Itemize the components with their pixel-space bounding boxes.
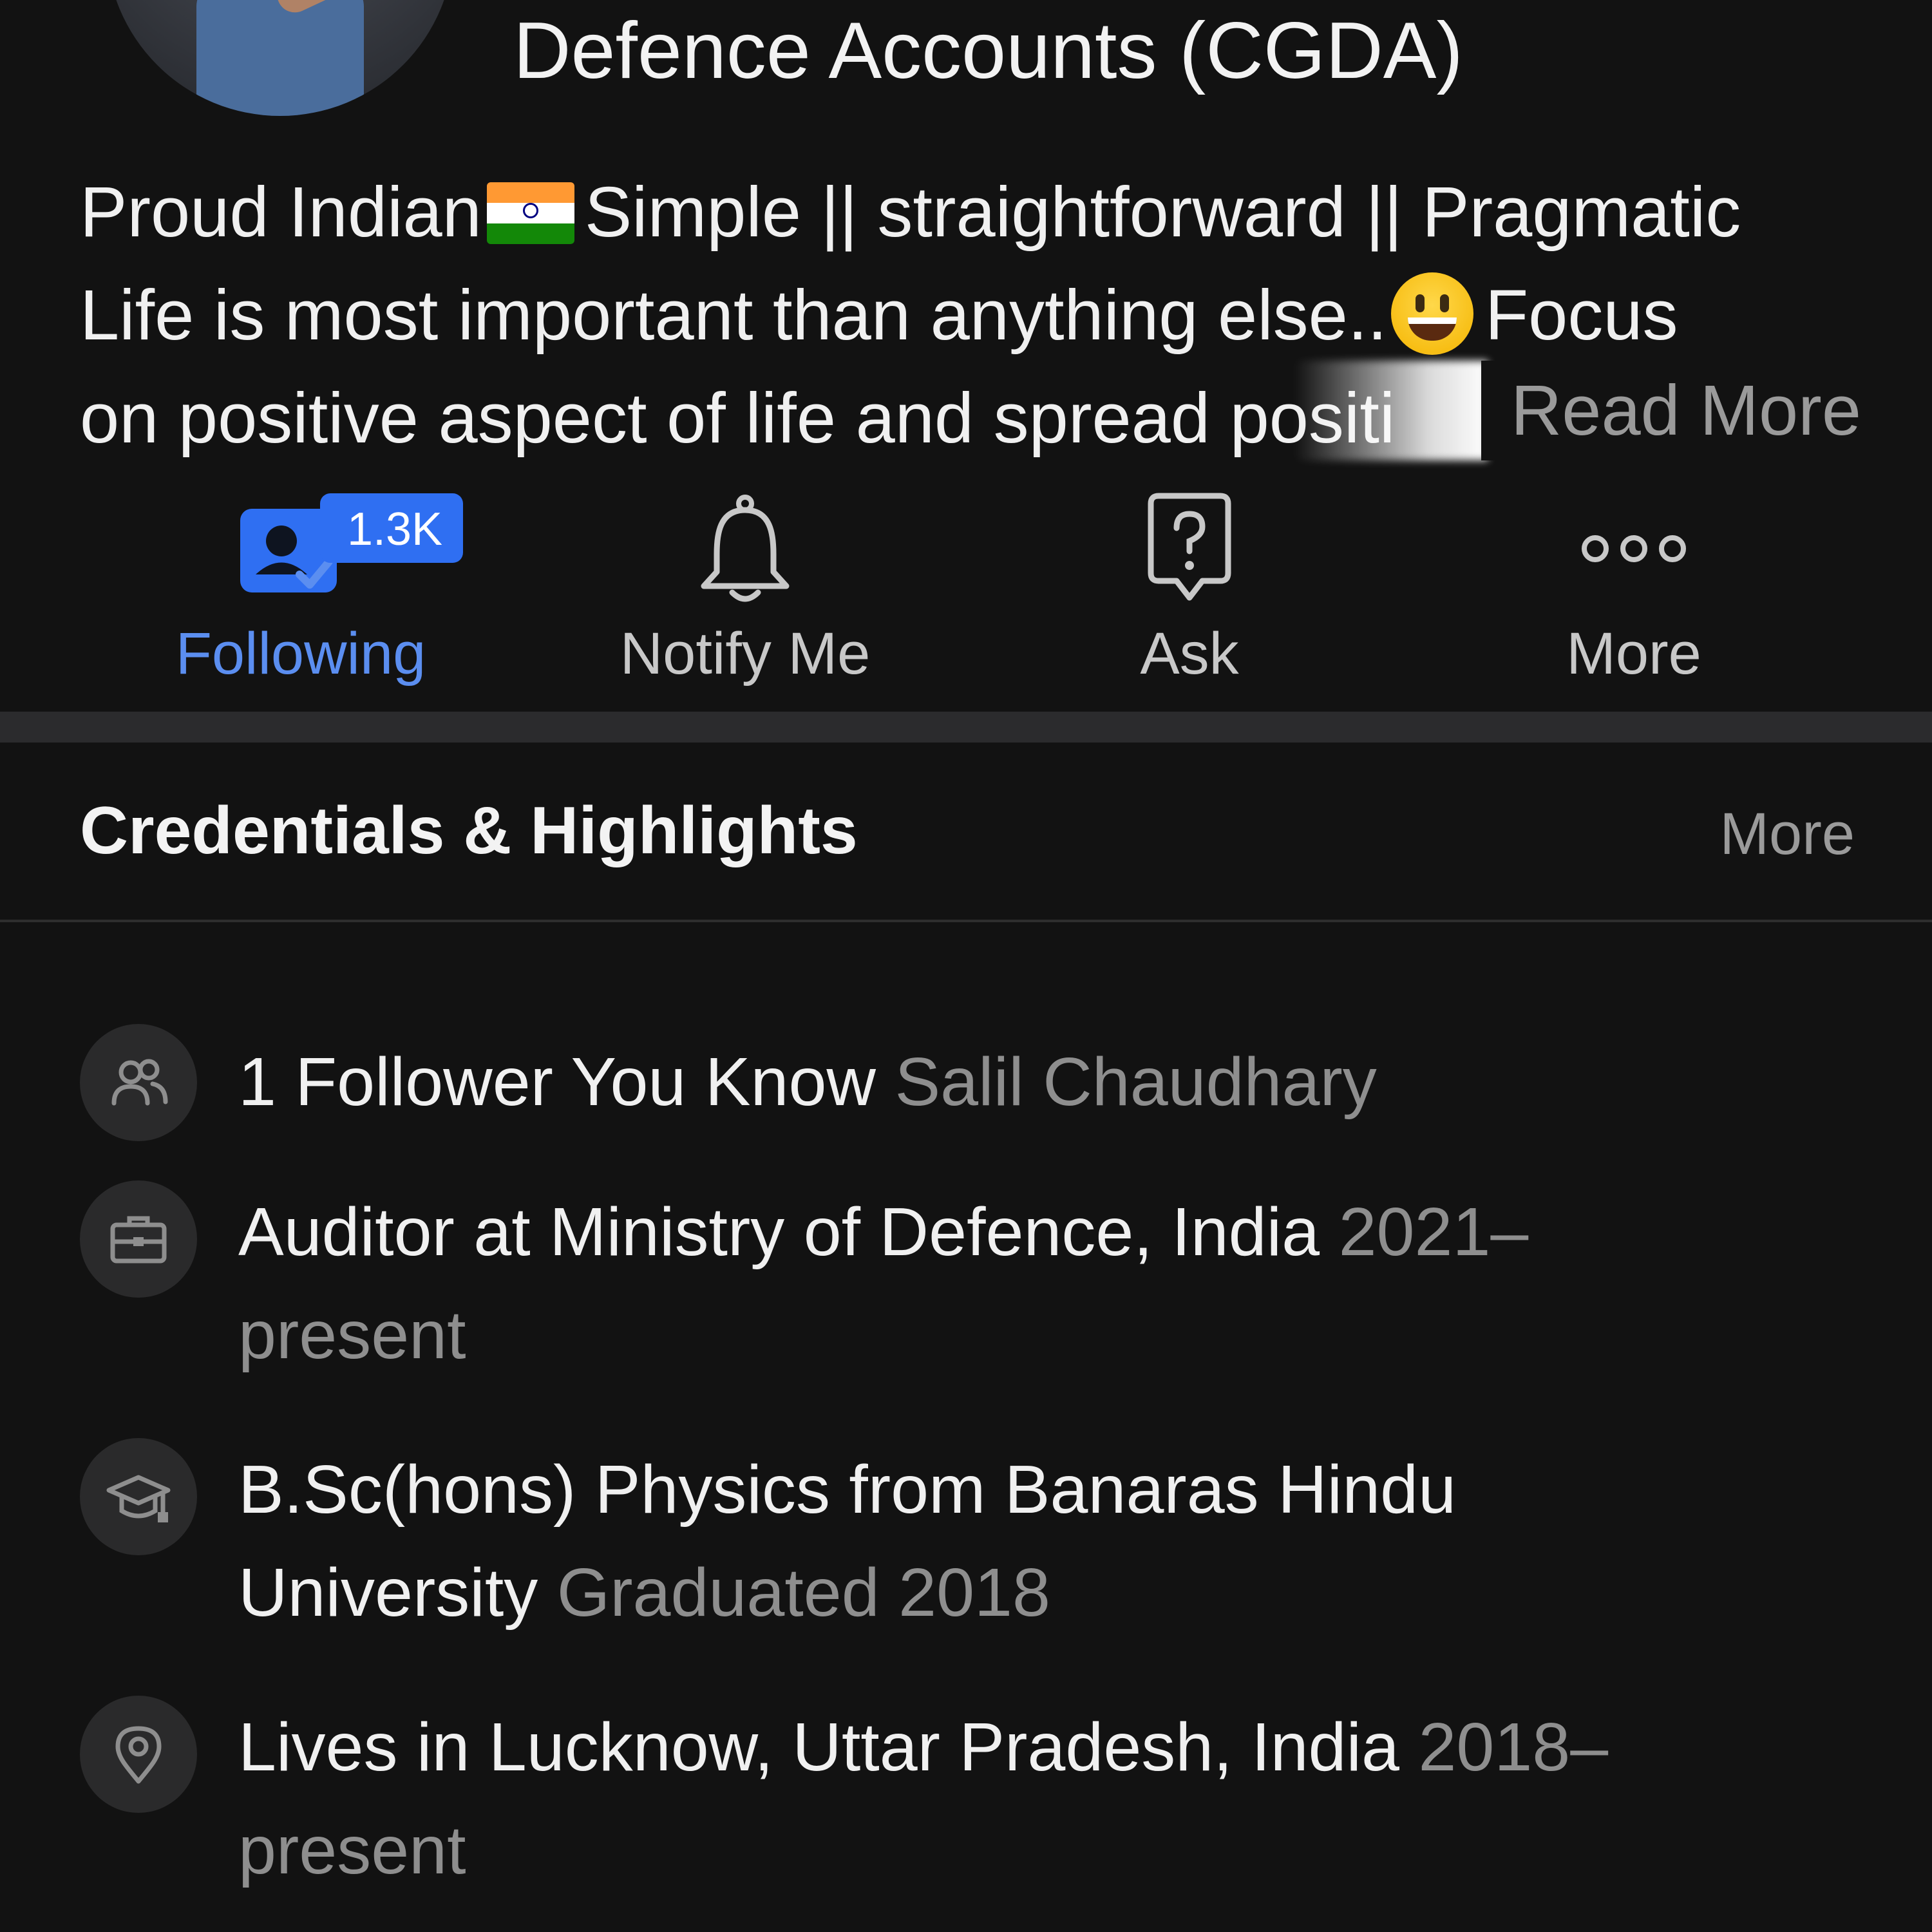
- profile-credential-title: Defence Accounts (CGDA): [513, 6, 1463, 95]
- following-icon-wrap: 1.3K: [120, 489, 481, 605]
- credential-text: B.Sc(hons) Physics from Banaras Hindu Un…: [238, 1438, 1784, 1644]
- bio-fade-overlay: [1294, 361, 1488, 460]
- more-dots-icon: [1582, 535, 1686, 562]
- notify-icon-wrap: [565, 489, 925, 605]
- briefcase-icon-bg: [80, 1180, 197, 1298]
- graduation-cap-icon-bg: [80, 1438, 197, 1555]
- credential-text: Auditor at Ministry of Defence, India 20…: [238, 1180, 1784, 1387]
- graduation-cap-icon: [106, 1475, 171, 1522]
- people-icon-bg: [80, 1024, 197, 1141]
- education-text-cont: University: [238, 1555, 538, 1631]
- followers-badge: 1.3K: [346, 504, 443, 555]
- profile-avatar[interactable]: [106, 0, 454, 116]
- employment-dates-end: present: [238, 1297, 466, 1373]
- credentials-heading: Credentials & Highlights: [80, 793, 858, 868]
- bio-text: Focus: [1484, 276, 1678, 355]
- ask-icon-wrap: [1009, 489, 1370, 605]
- notify-me-button[interactable]: Notify Me: [565, 489, 925, 708]
- india-flag-icon: [486, 182, 574, 244]
- bio-text: Life is most important than anything els…: [80, 276, 1387, 355]
- section-divider: [0, 712, 1932, 743]
- credential-text: Lives in Lucknow, Uttar Pradesh, India 2…: [238, 1696, 1784, 1902]
- location-dates-end: present: [238, 1812, 466, 1888]
- more-icon-wrap: [1454, 489, 1814, 605]
- bio-text: Proud Indian: [80, 173, 482, 252]
- credentials-more-link[interactable]: More: [1719, 792, 1855, 876]
- credentials-divider: [0, 920, 1932, 922]
- people-icon: [111, 1059, 168, 1106]
- notify-me-label: Notify Me: [620, 621, 871, 687]
- ask-button[interactable]: Ask: [1009, 489, 1370, 708]
- graduation-year: Graduated 2018: [556, 1555, 1050, 1631]
- following-button[interactable]: 1.3K Following: [120, 489, 481, 708]
- employment-text: Auditor at Ministry of Defence, India: [238, 1194, 1320, 1270]
- followers-known-text: 1 Follower You Know: [238, 1044, 876, 1120]
- grinning-face-icon: [1390, 272, 1473, 355]
- profile-actions: 1.3K Following Notify Me Ask More: [0, 489, 1932, 708]
- question-bubble-icon: [1148, 493, 1231, 601]
- location-pin-icon: [115, 1726, 162, 1784]
- bio-line-2: Life is most important than anything els…: [80, 264, 1857, 367]
- location-pin-icon-bg: [80, 1696, 197, 1813]
- read-more-link[interactable]: Read More: [1481, 361, 1861, 460]
- following-label: Following: [175, 621, 426, 687]
- avatar-shirt: [196, 0, 364, 116]
- bio-text: on positive aspect of life and spread po…: [80, 379, 1396, 458]
- more-button[interactable]: More: [1454, 489, 1814, 708]
- more-label: More: [1566, 621, 1701, 687]
- employment-dates: 2021–: [1338, 1194, 1529, 1270]
- location-text: Lives in Lucknow, Uttar Pradesh, India: [238, 1709, 1399, 1785]
- education-text: B.Sc(hons) Physics from Banaras Hindu: [238, 1452, 1457, 1528]
- bell-icon: [701, 495, 790, 602]
- bio-text: Simple || straightforward || Pragmatic: [584, 173, 1741, 252]
- credential-text: 1 Follower You Know Salil Chaudhary: [238, 1030, 1784, 1133]
- location-dates: 2018–: [1418, 1709, 1609, 1785]
- bio-line-1: Proud Indian Simple || straightforward ||…: [80, 161, 1857, 264]
- briefcase-icon: [110, 1216, 167, 1264]
- ask-label: Ask: [1140, 621, 1239, 687]
- follower-name-link[interactable]: Salil Chaudhary: [895, 1044, 1376, 1120]
